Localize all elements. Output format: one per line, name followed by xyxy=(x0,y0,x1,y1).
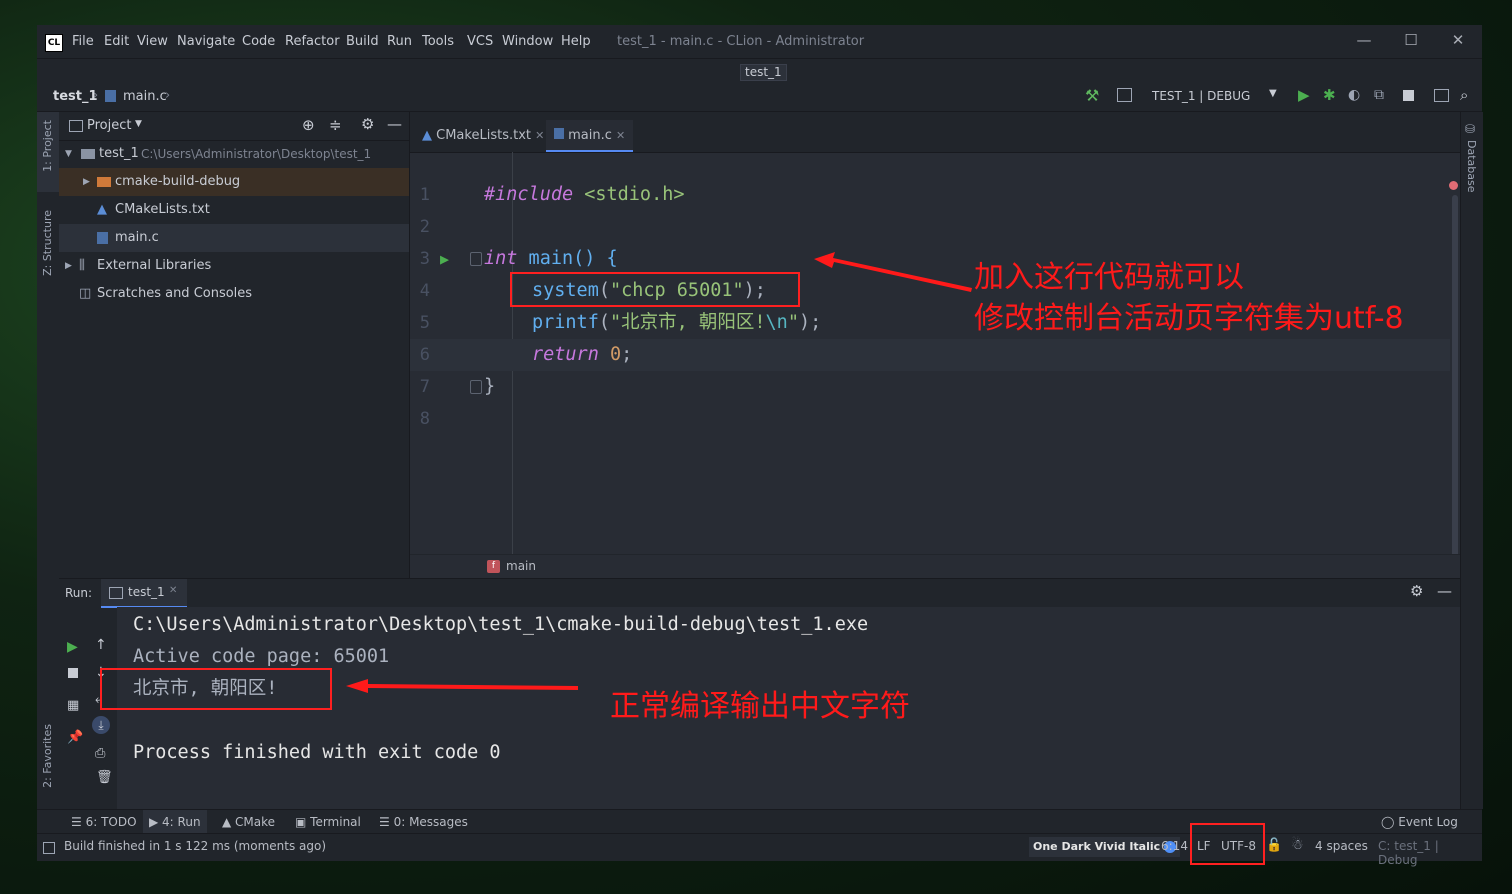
annotation-top-line2: 修改控制台活动页字符集为utf-8 xyxy=(974,301,1404,336)
annotation-bottom: 正常编译输出中文字符 xyxy=(610,689,910,724)
arrow-bottom xyxy=(346,679,578,693)
annotation-arrows xyxy=(346,252,972,693)
annotation-top-line1: 加入这行代码就可以 xyxy=(974,260,1244,295)
arrow-top xyxy=(814,252,972,292)
